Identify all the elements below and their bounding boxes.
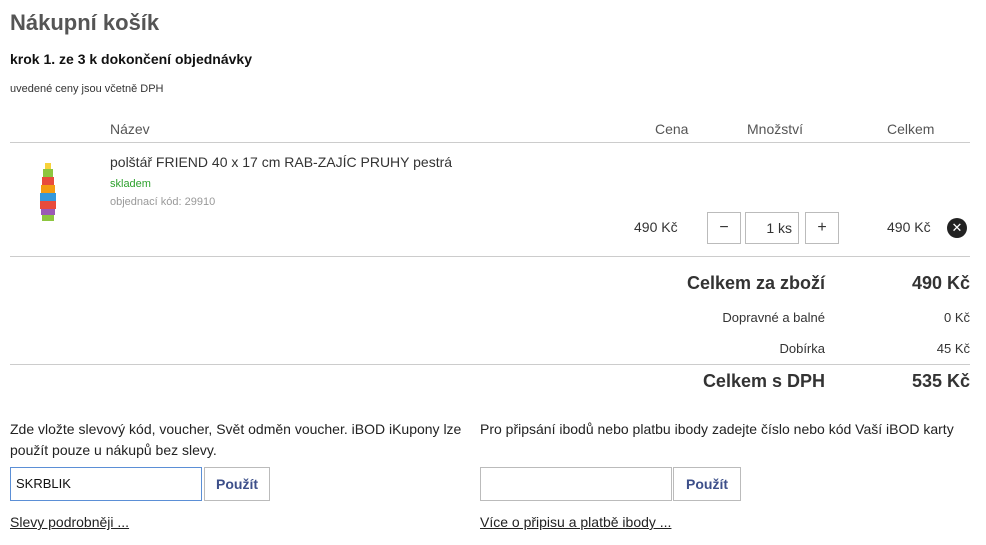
header-price: Cena: [655, 121, 689, 137]
header-total: Celkem: [887, 121, 935, 137]
shipping-label: Dopravné a balné: [722, 310, 825, 325]
grand-total-value: 535 Kč: [911, 371, 970, 391]
divider: [10, 142, 970, 143]
page-title: Nákupní košík: [10, 10, 160, 35]
apply-voucher-button[interactable]: Použít: [204, 467, 270, 501]
line-total: 490 Kč: [887, 219, 931, 235]
vat-note: uvedené ceny jsou včetně DPH: [10, 83, 164, 95]
header-name: Název: [110, 121, 150, 137]
ibod-card-input[interactable]: [480, 467, 672, 501]
ibod-instructions: Pro připsání ibodů nebo platbu ibody zad…: [480, 421, 954, 437]
voucher-instructions: Zde vložte slevový kód, voucher, Svět od…: [10, 421, 462, 458]
qty-minus-button[interactable]: −: [707, 212, 741, 244]
divider: [10, 256, 970, 257]
apply-ibod-button[interactable]: Použít: [673, 467, 741, 501]
cod-value: 45 Kč: [936, 341, 970, 356]
goods-total-value: 490 Kč: [911, 273, 970, 293]
voucher-code-input[interactable]: SKRBLIK: [10, 467, 202, 501]
qty-input[interactable]: 1 ks: [745, 212, 799, 244]
ibod-info-link[interactable]: Více o připisu a platbě ibody ...: [480, 514, 671, 530]
checkout-step: krok 1. ze 3 k dokončení objednávky: [10, 51, 252, 67]
unit-price: 490 Kč: [634, 219, 678, 235]
product-code: objednací kód: 29910: [110, 196, 216, 208]
stock-status: skladem: [110, 178, 151, 190]
shipping-value: 0 Kč: [943, 310, 970, 325]
qty-plus-button[interactable]: +: [805, 212, 839, 244]
product-thumbnail[interactable]: [36, 163, 60, 221]
grand-total-label: Celkem s DPH: [702, 371, 825, 391]
header-quantity: Množství: [747, 121, 804, 137]
divider: [10, 364, 970, 365]
product-name[interactable]: polštář FRIEND 40 x 17 cm RAB-ZAJÍC PRUH…: [110, 154, 452, 170]
remove-item-icon[interactable]: ✕: [947, 218, 967, 238]
discount-details-link[interactable]: Slevy podrobněji ...: [10, 514, 129, 530]
cod-label: Dobírka: [779, 341, 825, 356]
goods-total-label: Celkem za zboží: [686, 273, 825, 293]
